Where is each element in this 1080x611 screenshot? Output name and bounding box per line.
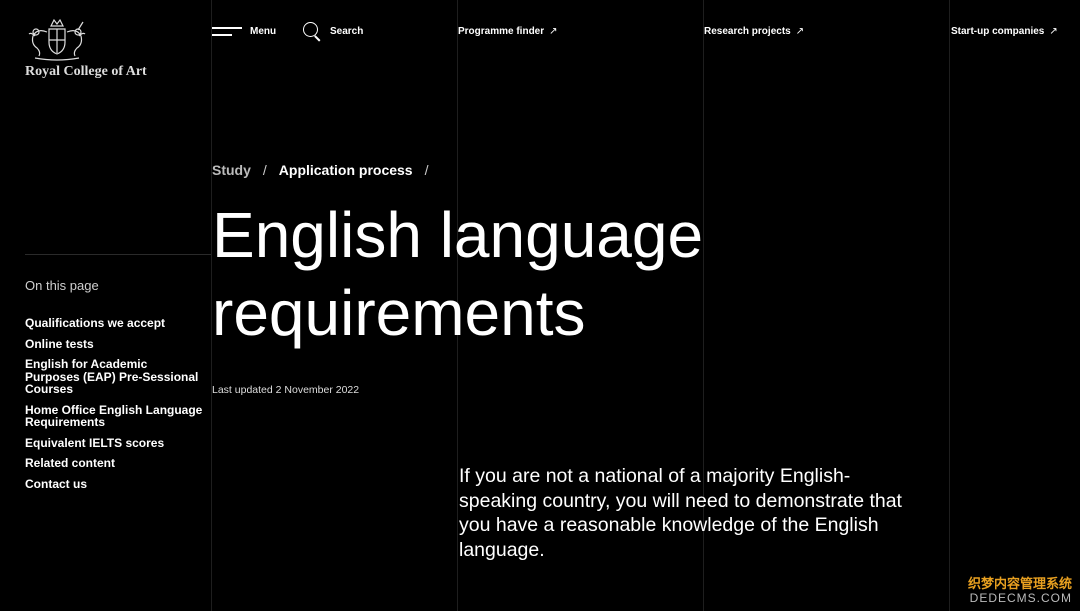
- toc-item-eap-courses[interactable]: English for Academic Purposes (EAP) Pre-…: [25, 358, 205, 396]
- logo-text: Royal College of Art: [25, 64, 147, 79]
- page-contents-list: Qualifications we accept Online tests En…: [25, 317, 205, 498]
- watermark-line-1: 织梦内容管理系统: [967, 576, 1072, 591]
- breadcrumb-separator: /: [424, 162, 429, 178]
- menu-label: Menu: [250, 25, 277, 37]
- search-icon: [302, 21, 322, 42]
- breadcrumb: Study / Application process /: [212, 162, 440, 178]
- external-arrow-icon: ↗: [1049, 25, 1058, 37]
- royal-crest-icon: [28, 18, 86, 61]
- sidebar-divider: [25, 254, 211, 255]
- external-arrow-icon: ↗: [795, 25, 805, 37]
- menu-button[interactable]: Menu: [212, 21, 276, 41]
- last-updated-text: Last updated 2 November 2022: [212, 384, 360, 396]
- breadcrumb-separator: /: [262, 162, 267, 178]
- research-projects-label: Research projects: [704, 25, 791, 37]
- external-arrow-icon: ↗: [549, 25, 558, 37]
- search-label: Search: [330, 25, 364, 37]
- toc-item-online-tests[interactable]: Online tests: [25, 337, 205, 351]
- startup-companies-link[interactable]: Start-up companies ↗: [951, 21, 1058, 41]
- startup-companies-label: Start-up companies: [951, 25, 1045, 37]
- on-this-page-heading: On this page: [25, 278, 99, 293]
- research-projects-link[interactable]: Research projects ↗: [704, 21, 804, 41]
- toc-item-home-office[interactable]: Home Office English Language Requirement…: [25, 403, 205, 429]
- breadcrumb-study-link[interactable]: Study: [212, 162, 251, 178]
- site-logo[interactable]: Royal College of Art: [25, 18, 185, 80]
- watermark-line-2: DEDECMS.COM: [969, 591, 1072, 605]
- hamburger-menu-icon: [212, 24, 242, 38]
- toc-item-related-content[interactable]: Related content: [25, 457, 205, 470]
- programme-finder-label: Programme finder: [458, 25, 545, 37]
- intro-paragraph: If you are not a national of a majority …: [459, 465, 902, 561]
- toc-item-ielts-scores[interactable]: Equivalent IELTS scores: [25, 436, 205, 450]
- programme-finder-link[interactable]: Programme finder ↗: [458, 21, 558, 41]
- breadcrumb-application-process-link[interactable]: Application process: [279, 162, 413, 178]
- toc-item-contact-us[interactable]: Contact us: [25, 477, 205, 491]
- watermark: 织梦内容管理系统 DEDECMS.COM: [967, 576, 1072, 606]
- toc-item-qualifications[interactable]: Qualifications we accept: [25, 317, 205, 330]
- page-title: English language requirements: [212, 199, 704, 349]
- search-button[interactable]: Search: [302, 21, 364, 42]
